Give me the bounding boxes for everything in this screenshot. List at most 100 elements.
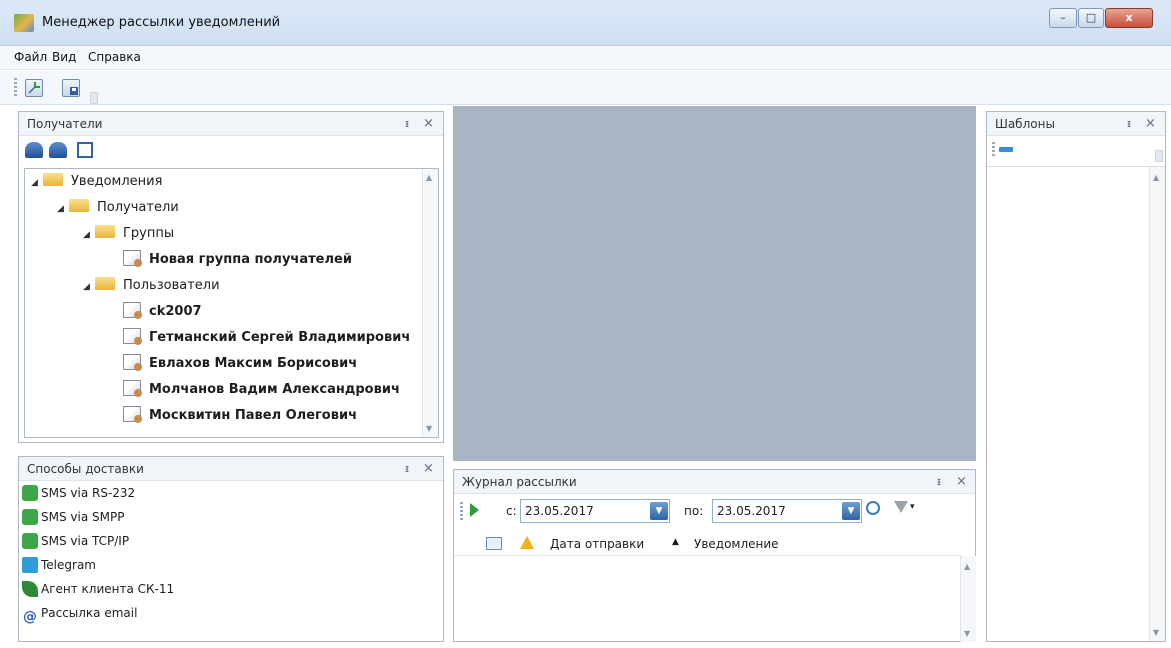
search-icon[interactable] <box>866 501 880 515</box>
sms-icon <box>22 485 38 501</box>
filter-icon[interactable] <box>894 501 908 513</box>
recipients-panel-header: Получатели ᵻ × <box>19 112 443 136</box>
delivery-item-telegram[interactable]: Telegram <box>19 553 443 577</box>
tree-node-user[interactable]: Гетманский Сергей Владимирович <box>31 325 438 351</box>
recipients-toolbar <box>19 136 443 166</box>
tree-node-notifications[interactable]: ◢ Уведомления <box>31 169 438 195</box>
tree-node-users[interactable]: ◢ Пользователи <box>31 273 438 299</box>
to-date-dropdown-icon[interactable]: ▼ <box>842 502 860 520</box>
recipients-panel-title: Получатели <box>27 117 103 131</box>
sort-ascending-icon[interactable]: ▲ <box>672 537 679 547</box>
tree-node-recipients[interactable]: ◢ Получатели <box>31 195 438 221</box>
toolbar-grip[interactable] <box>992 142 995 156</box>
journal-list: ▲ ▼ <box>454 556 976 642</box>
menu-help[interactable]: Справка <box>88 50 141 64</box>
tree-node-user[interactable]: Москвитин Павел Олегович <box>31 403 438 429</box>
scroll-up-icon[interactable]: ▲ <box>426 173 432 182</box>
email-at-icon: @ <box>23 609 37 625</box>
panel-close-icon[interactable]: × <box>1145 112 1156 136</box>
tree-node-user[interactable]: Евлахов Максим Борисович <box>31 351 438 377</box>
delivery-item-sms-tcpip[interactable]: SMS via TCP/IP <box>19 529 443 553</box>
sms-icon <box>22 509 38 525</box>
panel-close-icon[interactable]: × <box>423 112 434 136</box>
delivery-panel: Способы доставки ᵻ × SMS via RS-232 SMS … <box>18 456 444 642</box>
scroll-up-icon[interactable]: ▲ <box>964 562 970 571</box>
remove-template-icon[interactable] <box>999 147 1013 152</box>
maximize-button[interactable]: □ <box>1078 8 1104 28</box>
to-date-field[interactable]: 23.05.2017 <box>712 499 862 523</box>
pin-icon[interactable]: ᵻ <box>405 112 409 136</box>
templates-scrollbar[interactable]: ▲ ▼ <box>1149 167 1165 641</box>
user-icon <box>123 354 142 371</box>
copy-icon[interactable] <box>77 142 93 158</box>
user-icon <box>123 406 142 423</box>
column-header-send-date[interactable]: Дата отправки <box>550 537 644 551</box>
journal-panel: Журнал рассылки ᵻ × с: 23.05.2017 ▼ по: … <box>453 469 976 642</box>
main-toolbar <box>0 71 1171 105</box>
save-notification-icon[interactable] <box>62 79 80 97</box>
panel-close-icon[interactable]: × <box>956 470 967 494</box>
column-header-notification[interactable]: Уведомление <box>694 537 779 551</box>
find-recipients-icon[interactable] <box>49 142 67 158</box>
tree-scrollbar[interactable]: ▲ ▼ <box>422 169 438 437</box>
app-icon <box>14 14 34 32</box>
delivery-item-sms-rs232[interactable]: SMS via RS-232 <box>19 481 443 505</box>
warning-icon[interactable] <box>520 536 534 549</box>
collapse-icon[interactable]: ◢ <box>83 274 95 300</box>
menu-bar <box>0 46 1171 70</box>
minimize-button[interactable]: – <box>1049 8 1077 28</box>
pin-icon[interactable]: ᵻ <box>937 470 941 494</box>
delivery-panel-title: Способы доставки <box>27 462 144 476</box>
menu-view[interactable]: Вид <box>52 50 76 64</box>
pin-icon[interactable]: ᵻ <box>1127 112 1131 136</box>
tree-node-group[interactable]: Новая группа получателей <box>31 247 438 273</box>
user-icon <box>123 328 142 345</box>
delivery-item-sms-smpp[interactable]: SMS via SMPP <box>19 505 443 529</box>
delivery-item-agent[interactable]: Агент клиента СК-11 <box>19 577 443 601</box>
tree-node-user[interactable]: Молчанов Вадим Александрович <box>31 377 438 403</box>
recipients-tree: ◢ Уведомления ◢ Получатели ◢ Группы Новая г… <box>24 168 439 438</box>
collapse-icon[interactable]: ◢ <box>57 196 69 222</box>
scroll-up-icon[interactable]: ▲ <box>1153 173 1159 182</box>
toolbar-overflow[interactable] <box>1155 150 1163 162</box>
toolbar-grip[interactable] <box>14 78 17 98</box>
templates-list: ▲ ▼ <box>987 166 1165 641</box>
collapse-icon[interactable]: ◢ <box>83 222 95 248</box>
journal-panel-header: Журнал рассылки ᵻ × <box>454 470 975 494</box>
delivery-panel-header: Способы доставки ᵻ × <box>19 457 443 481</box>
scroll-down-icon[interactable]: ▼ <box>1153 628 1159 637</box>
menu-file[interactable]: Файл <box>14 50 47 64</box>
journal-toolbar: с: 23.05.2017 ▼ по: 23.05.2017 ▼ ▾ <box>454 494 975 528</box>
new-notification-icon[interactable] <box>25 79 43 97</box>
notification-status-icon[interactable] <box>486 537 502 550</box>
panel-close-icon[interactable]: × <box>423 457 434 481</box>
sms-icon <box>22 533 38 549</box>
templates-panel-header: Шаблоны ᵻ × <box>987 112 1165 136</box>
pin-icon[interactable]: ᵻ <box>405 457 409 481</box>
telegram-icon <box>22 557 38 573</box>
tree-node-groups[interactable]: ◢ Группы <box>31 221 438 247</box>
scroll-down-icon[interactable]: ▼ <box>426 424 432 433</box>
templates-panel-title: Шаблоны <box>995 117 1055 131</box>
from-date-field[interactable]: 23.05.2017 <box>520 499 670 523</box>
toolbar-grip[interactable] <box>460 502 463 520</box>
templates-toolbar <box>987 136 1165 164</box>
folder-icon <box>43 173 63 186</box>
run-icon[interactable] <box>470 503 479 517</box>
to-label: по: <box>684 504 704 518</box>
tree-node-user[interactable]: ck2007 <box>31 299 438 325</box>
folder-icon <box>95 225 115 238</box>
filter-dropdown-icon[interactable]: ▾ <box>910 502 915 512</box>
scroll-down-icon[interactable]: ▼ <box>964 629 970 638</box>
delivery-item-email[interactable]: @ Рассылка email <box>19 601 443 625</box>
toolbar-overflow[interactable] <box>90 92 98 104</box>
close-button[interactable]: x <box>1105 8 1153 28</box>
journal-header-row: Дата отправки ▲ Уведомление <box>454 532 962 556</box>
filter-recipients-icon[interactable] <box>25 142 43 158</box>
collapse-icon[interactable]: ◢ <box>31 170 43 196</box>
journal-scrollbar[interactable]: ▲ ▼ <box>960 556 976 642</box>
journal-panel-title: Журнал рассылки <box>462 475 577 489</box>
from-date-dropdown-icon[interactable]: ▼ <box>650 502 668 520</box>
folder-icon <box>69 199 89 212</box>
document-workspace <box>453 106 976 461</box>
